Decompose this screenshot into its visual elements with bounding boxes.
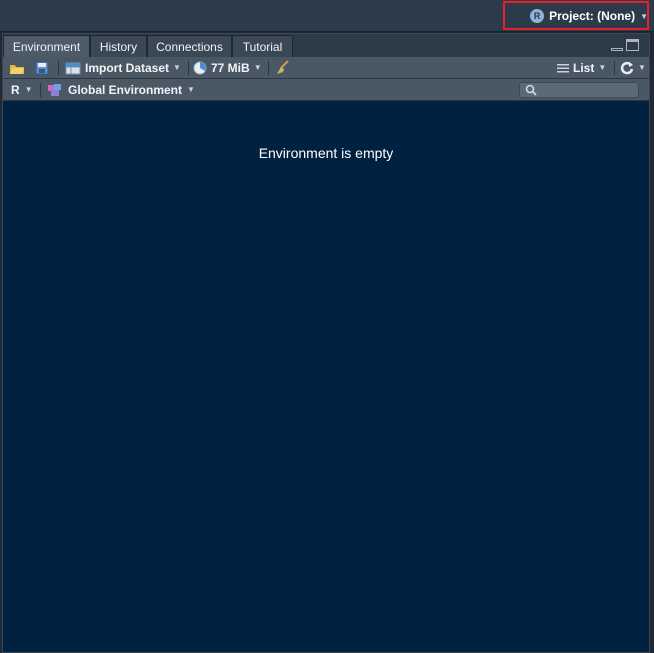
minimize-icon[interactable] xyxy=(611,48,623,51)
environment-subbar: R ▼ Global Environment ▼ xyxy=(3,79,649,101)
chevron-down-icon: ▼ xyxy=(638,63,646,72)
clear-workspace-button[interactable] xyxy=(274,57,290,78)
search-icon xyxy=(525,84,537,96)
environment-cube-icon xyxy=(48,83,61,96)
import-dataset-button[interactable]: Import Dataset ▼ xyxy=(65,57,181,78)
tab-environment[interactable]: Environment xyxy=(3,35,90,57)
search-input[interactable] xyxy=(519,82,639,98)
view-mode-menu[interactable]: List ▼ xyxy=(557,57,606,78)
environment-selector[interactable]: Global Environment ▼ xyxy=(47,79,195,100)
save-icon xyxy=(35,61,49,74)
list-icon xyxy=(557,63,569,72)
save-workspace-button[interactable] xyxy=(35,57,49,78)
toolbar-divider xyxy=(614,61,615,75)
tab-history[interactable]: History xyxy=(90,35,147,57)
maximize-icon[interactable] xyxy=(626,39,639,51)
folder-open-icon xyxy=(10,64,24,74)
refresh-icon xyxy=(620,61,634,74)
tab-tutorial[interactable]: Tutorial xyxy=(232,35,293,57)
language-selector[interactable]: R ▼ xyxy=(11,79,33,100)
empty-environment-message: Environment is empty xyxy=(258,145,394,161)
table-import-icon xyxy=(65,62,81,74)
toolbar-divider xyxy=(188,61,189,75)
environment-toolbar: Import Dataset ▼ 77 MiB ▼ List ▼ ▼ xyxy=(3,57,649,79)
chevron-down-icon: ▼ xyxy=(173,63,181,72)
tab-connections[interactable]: Connections xyxy=(147,35,232,57)
chevron-down-icon: ▼ xyxy=(253,63,262,72)
chevron-down-icon: ▼ xyxy=(24,85,33,94)
broom-icon xyxy=(277,59,289,74)
refresh-button[interactable]: ▼ xyxy=(620,57,646,78)
chevron-down-icon: ▼ xyxy=(187,85,195,94)
open-workspace-button[interactable] xyxy=(9,57,25,78)
memory-pie-icon xyxy=(193,61,207,74)
memory-usage-button[interactable]: 77 MiB ▼ xyxy=(193,57,262,78)
toolbar-divider xyxy=(268,61,269,75)
pane-window-controls xyxy=(611,39,639,51)
toolbar-divider xyxy=(40,83,41,97)
chevron-down-icon: ▼ xyxy=(598,63,607,72)
tab-bar: Environment History Connections Tutorial xyxy=(3,34,649,58)
toolbar-divider xyxy=(58,61,59,75)
environment-pane: Environment History Connections Tutorial xyxy=(2,33,650,653)
highlight-box xyxy=(503,1,649,30)
